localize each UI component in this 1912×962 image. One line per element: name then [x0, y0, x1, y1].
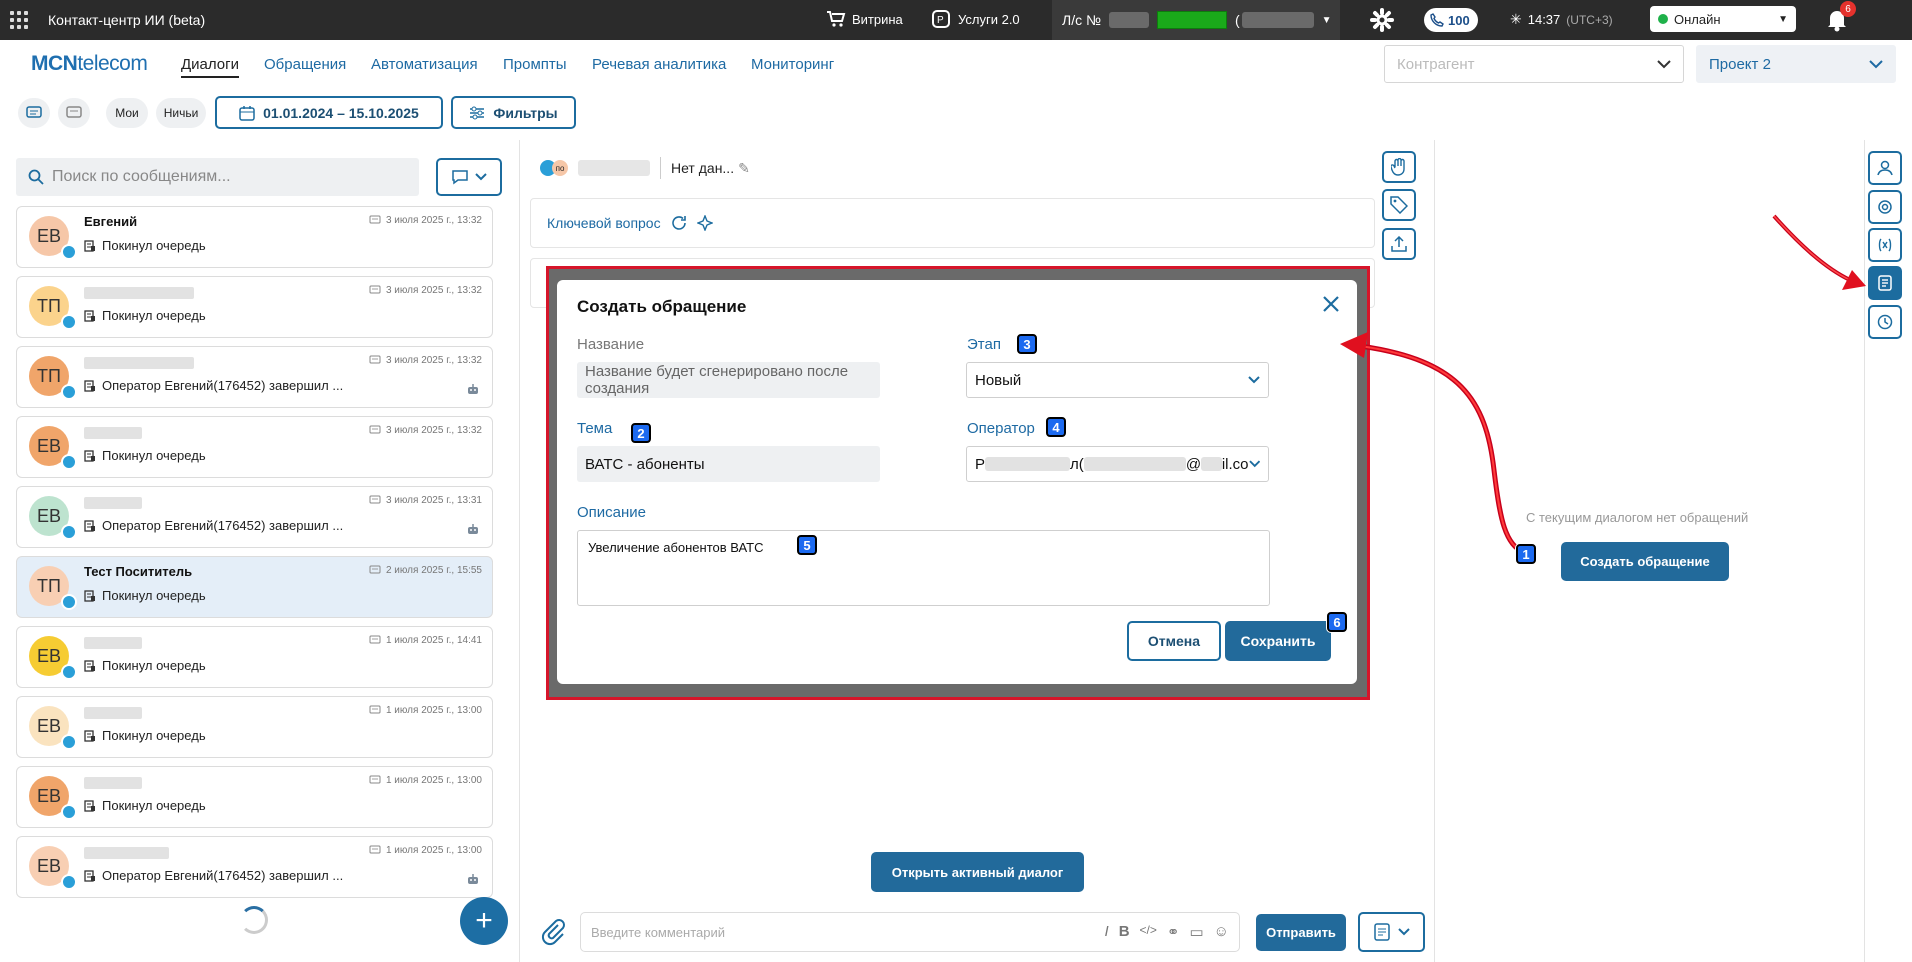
- step-marker-2: 2: [631, 423, 651, 443]
- step-marker-4: 4: [1046, 417, 1066, 437]
- step-marker-3: 3: [1017, 334, 1037, 354]
- step-marker-6: 6: [1327, 612, 1347, 632]
- annotation-arrows: [1340, 214, 1866, 556]
- step-marker-1: 1: [1516, 544, 1536, 564]
- step-marker-5: 5: [797, 535, 817, 555]
- arrow-to-dialog: [1340, 332, 1527, 556]
- arrow-to-requests-button: [1772, 214, 1866, 290]
